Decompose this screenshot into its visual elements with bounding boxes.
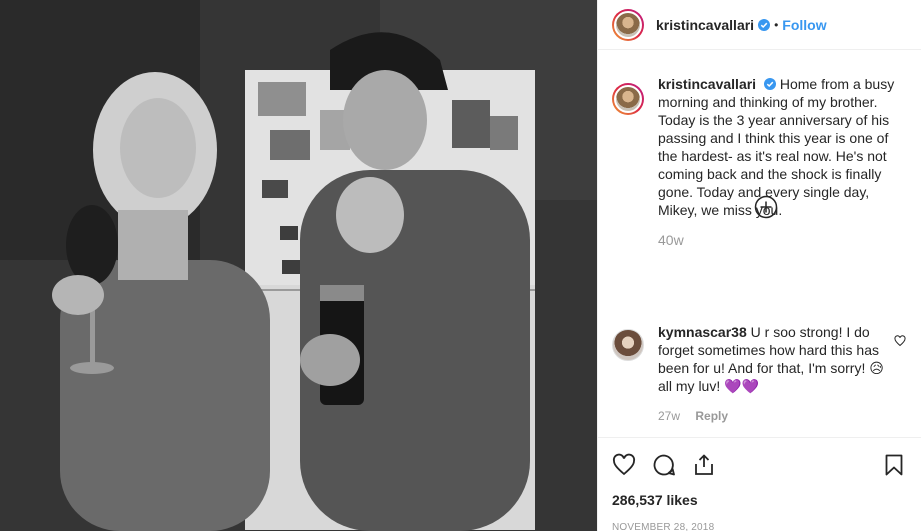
reply-button[interactable]: Reply xyxy=(695,409,728,423)
caption-age[interactable]: 40w xyxy=(658,231,898,249)
comment-like-heart-icon[interactable] xyxy=(894,335,906,347)
comment-item: kymnascar38 U r soo strong! I do forget … xyxy=(612,323,912,425)
author-username[interactable]: kristincavallari xyxy=(656,17,754,33)
likes-count[interactable]: 286,537 likes xyxy=(612,492,906,508)
author-avatar[interactable] xyxy=(612,8,644,41)
caption: kristincavallari Home from a busy mornin… xyxy=(612,75,906,249)
post-photo[interactable] xyxy=(0,0,597,531)
comment-body: kymnascar38 U r soo strong! I do forget … xyxy=(658,323,886,425)
caption-body: kristincavallari Home from a busy mornin… xyxy=(658,75,898,249)
share-icon[interactable] xyxy=(692,453,716,477)
instagram-post: kristincavallari • Follow kristincavalla… xyxy=(0,0,921,531)
action-bar: 286,537 likes NOVEMBER 28, 2018 xyxy=(598,437,921,531)
post-image-scene xyxy=(0,0,597,531)
post-side-panel: kristincavallari • Follow kristincavalla… xyxy=(597,0,921,531)
verified-badge-icon xyxy=(763,78,776,90)
comment-meta: 27w Reply xyxy=(658,407,886,425)
bookmark-icon[interactable] xyxy=(882,453,906,477)
caption-username[interactable]: kristincavallari xyxy=(658,76,756,92)
follow-button[interactable]: Follow xyxy=(782,17,826,33)
verified-badge-icon xyxy=(758,18,771,31)
header-separator: • xyxy=(774,17,779,32)
comment-icon[interactable] xyxy=(652,453,676,477)
plus-circle-icon[interactable] xyxy=(754,195,778,219)
action-icons xyxy=(612,452,906,478)
caption-author-avatar[interactable] xyxy=(612,83,644,115)
heart-icon[interactable] xyxy=(612,453,636,477)
post-date[interactable]: NOVEMBER 28, 2018 xyxy=(612,522,906,531)
post-header: kristincavallari • Follow xyxy=(598,0,921,50)
comment-age[interactable]: 27w xyxy=(658,409,680,423)
commenter-username[interactable]: kymnascar38 xyxy=(658,324,747,340)
caption-area: kristincavallari Home from a busy mornin… xyxy=(598,75,921,249)
commenter-avatar[interactable] xyxy=(612,329,644,361)
